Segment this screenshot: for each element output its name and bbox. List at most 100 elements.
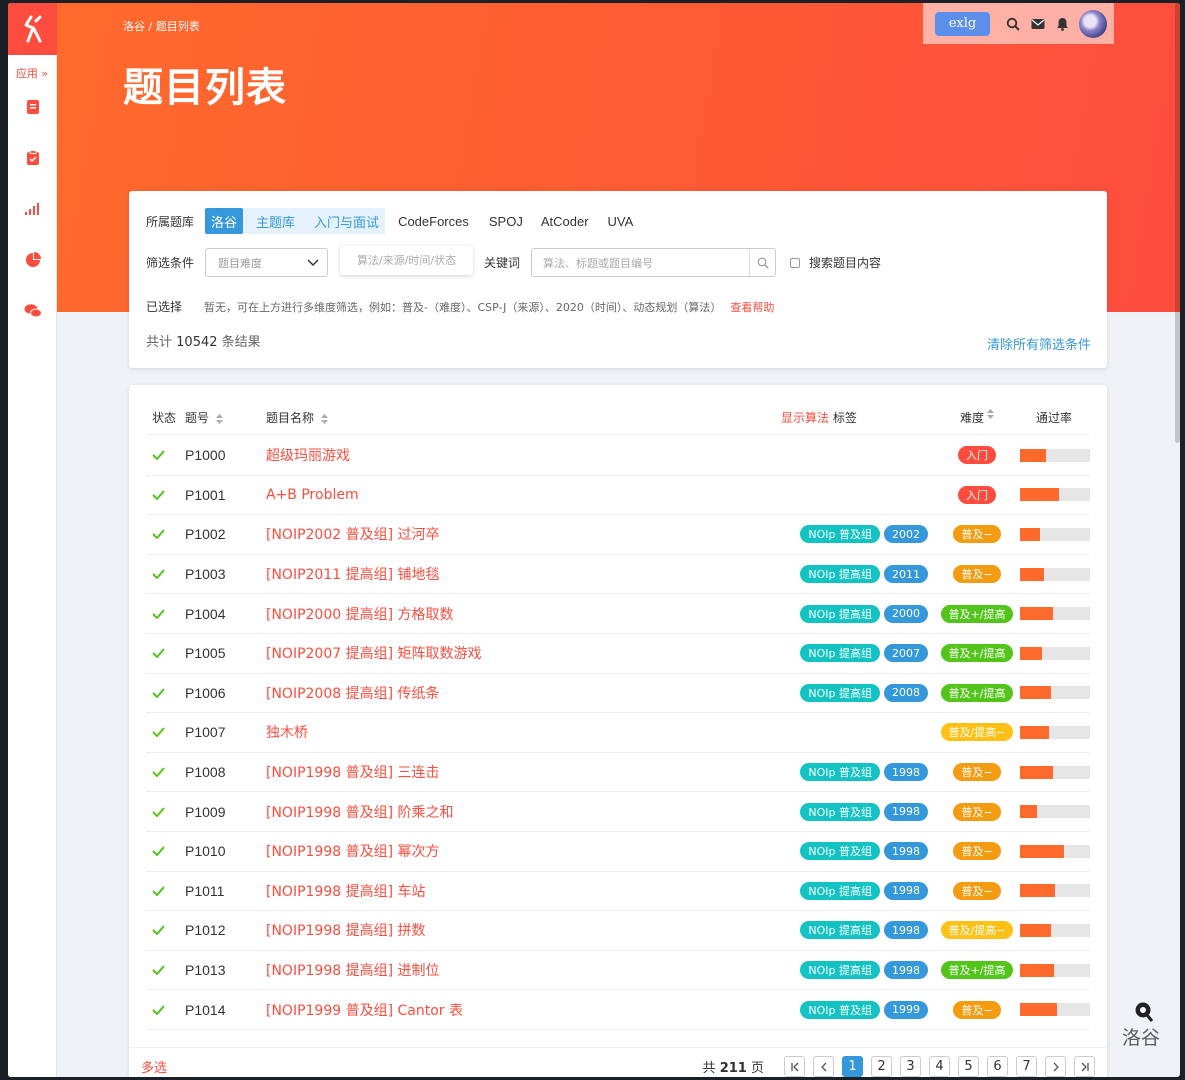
col-difficulty[interactable]: 难度 (936, 409, 1018, 426)
table-row[interactable]: P1014 [NOIP1999 普及组] Cantor 表 NOIp 普及组 19… (146, 990, 1090, 1030)
problem-title-link[interactable]: [NOIP1998 普及组] 三连击 (266, 762, 778, 782)
page-button[interactable]: 5 (958, 1056, 979, 1077)
scrollbar-thumb[interactable] (1175, 3, 1180, 443)
problem-id[interactable]: P1002 (185, 526, 266, 542)
keyword-search-field[interactable]: 算法、标题或题目编号 (531, 248, 777, 277)
prev-page-button[interactable] (813, 1056, 834, 1077)
problem-title-link[interactable]: [NOIP1998 提高组] 拼数 (266, 920, 778, 940)
mail-icon[interactable] (1029, 15, 1046, 32)
problem-id[interactable]: P1008 (185, 764, 266, 780)
problem-id[interactable]: P1000 (185, 447, 266, 463)
source-tag[interactable]: NOIp 普及组 (800, 842, 880, 861)
tag-filter-input[interactable]: 算法/来源/时间/状态 (340, 246, 473, 275)
keyword-input[interactable]: 算法、标题或题目编号 (532, 255, 749, 271)
table-row[interactable]: P1000 超级玛丽游戏 入门 (146, 436, 1090, 476)
problem-id[interactable]: P1010 (185, 843, 266, 859)
source-tag[interactable]: NOIp 普及组 (800, 763, 880, 782)
table-row[interactable]: P1009 [NOIP1998 普及组] 阶乘之和 NOIp 普及组 1998 普… (146, 792, 1090, 832)
lib-tab-atcoder[interactable]: AtCoder (535, 208, 595, 234)
table-row[interactable]: P1011 [NOIP1998 提高组] 车站 NOIp 提高组 1998 普及− (146, 872, 1090, 912)
search-icon[interactable] (1004, 15, 1021, 32)
lib-tab-uva[interactable]: UVA (602, 208, 640, 234)
year-tag[interactable]: 2008 (884, 683, 928, 702)
bell-icon[interactable] (1054, 15, 1071, 32)
help-link[interactable]: 查看帮助 (730, 299, 774, 315)
lib-tab-luogu[interactable]: 洛谷 (205, 208, 244, 234)
problem-id[interactable]: P1012 (185, 922, 266, 938)
table-row[interactable]: P1013 [NOIP1998 提高组] 进制位 NOIp 提高组 1998 普及… (146, 951, 1090, 991)
col-title[interactable]: 题目名称 (266, 409, 778, 426)
source-tag[interactable]: NOIp 普及组 (800, 1000, 880, 1019)
source-tag[interactable]: NOIp 提高组 (800, 565, 880, 584)
source-tag[interactable]: NOIp 提高组 (800, 881, 880, 900)
difficulty-select[interactable]: 题目难度 (205, 248, 329, 277)
problem-title-link[interactable]: [NOIP2011 提高组] 铺地毯 (266, 564, 778, 584)
source-tag[interactable]: NOIp 提高组 (800, 683, 880, 702)
source-tag[interactable]: NOIp 普及组 (800, 802, 880, 821)
problem-title-link[interactable]: [NOIP2000 提高组] 方格取数 (266, 604, 778, 624)
sidebar-item-stats[interactable] (8, 234, 57, 285)
table-row[interactable]: P1006 [NOIP2008 提高组] 传纸条 NOIp 提高组 2008 普及… (146, 674, 1090, 714)
page-button[interactable]: 1 (842, 1056, 863, 1077)
problem-title-link[interactable]: A+B Problem (266, 487, 778, 503)
year-tag[interactable]: 1998 (884, 961, 928, 980)
problem-id[interactable]: P1013 (185, 962, 266, 978)
problem-title-link[interactable]: [NOIP1998 普及组] 阶乘之和 (266, 802, 778, 822)
year-tag[interactable]: 1998 (884, 802, 928, 821)
problem-title-link[interactable]: [NOIP2008 提高组] 传纸条 (266, 683, 778, 703)
table-row[interactable]: P1005 [NOIP2007 提高组] 矩阵取数游戏 NOIp 提高组 2007… (146, 634, 1090, 674)
year-tag[interactable]: 1998 (884, 842, 928, 861)
page-scrollbar[interactable] (1174, 3, 1180, 1077)
lib-tab-intro[interactable]: 入门与面试 (301, 208, 386, 234)
problem-id[interactable]: P1001 (185, 487, 266, 503)
source-tag[interactable]: NOIp 提高组 (800, 921, 880, 940)
lib-tab-main[interactable]: 主题库 (243, 208, 302, 234)
problem-title-link[interactable]: [NOIP2007 提高组] 矩阵取数游戏 (266, 643, 778, 663)
problem-title-link[interactable]: [NOIP1999 普及组] Cantor 表 (266, 1000, 778, 1020)
table-row[interactable]: P1002 [NOIP2002 普及组] 过河卒 NOIp 普及组 2002 普及… (146, 515, 1090, 555)
problem-title-link[interactable]: [NOIP1998 提高组] 进制位 (266, 960, 778, 980)
sidebar-item-problemset[interactable] (8, 81, 57, 132)
year-tag[interactable]: 2002 (884, 525, 928, 544)
source-tag[interactable]: NOIp 普及组 (800, 525, 880, 544)
sidebar-apps-toggle[interactable]: 应用 » (8, 65, 56, 81)
year-tag[interactable]: 2011 (884, 565, 928, 584)
multi-select-button[interactable]: 多选 (141, 1057, 703, 1076)
problem-title-link[interactable]: 超级玛丽游戏 (266, 445, 778, 465)
table-row[interactable]: P1003 [NOIP2011 提高组] 铺地毯 NOIp 提高组 2011 普及… (146, 555, 1090, 595)
first-page-button[interactable] (784, 1056, 805, 1077)
problem-title-link[interactable]: 独木桥 (266, 722, 778, 742)
user-name-button[interactable]: exlg (935, 11, 990, 36)
user-avatar[interactable] (1079, 9, 1107, 38)
table-row[interactable]: P1007 独木桥 普及/提高− (146, 713, 1090, 753)
breadcrumb[interactable]: 洛谷 / 题目列表 (123, 18, 200, 34)
sidebar-item-record[interactable] (8, 132, 57, 183)
table-row[interactable]: P1008 [NOIP1998 普及组] 三连击 NOIp 普及组 1998 普及… (146, 753, 1090, 793)
problem-id[interactable]: P1014 (185, 1002, 266, 1018)
lib-tab-spoj[interactable]: SPOJ (483, 208, 529, 234)
problem-id[interactable]: P1009 (185, 804, 266, 820)
problem-id[interactable]: P1011 (185, 883, 266, 899)
year-tag[interactable]: 1998 (884, 921, 928, 940)
table-row[interactable]: P1004 [NOIP2000 提高组] 方格取数 NOIp 提高组 2000 普… (146, 594, 1090, 634)
table-row[interactable]: P1010 [NOIP1998 普及组] 幂次方 NOIp 普及组 1998 普及… (146, 832, 1090, 872)
col-pid[interactable]: 题号 (185, 409, 266, 426)
lib-tab-codeforces[interactable]: CodeForces (392, 208, 475, 234)
page-button[interactable]: 6 (987, 1056, 1008, 1077)
table-row[interactable]: P1001 A+B Problem 入门 (146, 476, 1090, 516)
source-tag[interactable]: NOIp 提高组 (800, 604, 880, 623)
search-content-label[interactable]: 搜索题目内容 (809, 254, 881, 271)
keyword-search-button[interactable] (749, 249, 775, 276)
search-content-checkbox[interactable] (790, 257, 801, 268)
source-tag[interactable]: NOIp 提高组 (800, 644, 880, 663)
sidebar-item-discuss[interactable] (8, 285, 57, 336)
luogu-logo[interactable] (8, 3, 57, 55)
table-row[interactable]: P1012 [NOIP1998 提高组] 拼数 NOIp 提高组 1998 普及/… (146, 911, 1090, 951)
luogu-float-button[interactable]: 洛谷 (1122, 1001, 1162, 1049)
problem-title-link[interactable]: [NOIP1998 普及组] 幂次方 (266, 841, 778, 861)
next-page-button[interactable] (1045, 1056, 1066, 1077)
problem-id[interactable]: P1004 (185, 606, 266, 622)
page-button[interactable]: 7 (1016, 1056, 1037, 1077)
year-tag[interactable]: 2007 (884, 644, 928, 663)
page-button[interactable]: 4 (929, 1056, 950, 1077)
